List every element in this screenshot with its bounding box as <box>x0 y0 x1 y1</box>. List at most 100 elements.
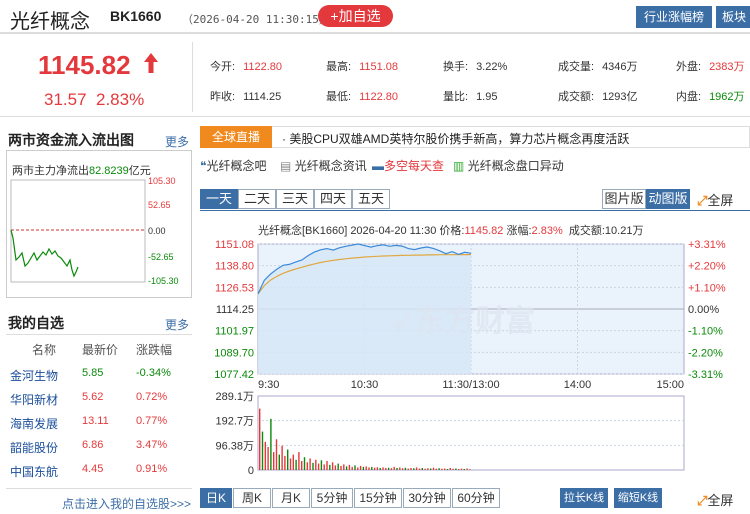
long-short-link[interactable]: ▬多空每天查 <box>372 157 444 174</box>
divider <box>6 334 192 335</box>
volume-bar <box>289 458 292 470</box>
volume-bar <box>455 468 457 470</box>
watchlist-footer-link[interactable]: 点击进入我的自选股>>> <box>62 495 191 512</box>
period-tab[interactable]: 四天 <box>314 189 352 209</box>
flow-more-link[interactable]: 更多 <box>165 133 189 150</box>
volume-tick: 0 <box>248 465 254 477</box>
watchlist-name[interactable]: 中国东航 <box>10 463 58 480</box>
volume-bar <box>458 469 460 470</box>
divider <box>192 42 193 112</box>
flow-axis-label: -105.30 <box>148 276 179 286</box>
volume-bar <box>259 408 261 470</box>
watchlist-row[interactable]: 华阳新材 5.62 0.72% <box>6 391 192 409</box>
kline-tab[interactable]: 日K <box>200 488 232 508</box>
watchlist-name[interactable]: 金河生物 <box>10 367 58 384</box>
kline-tab[interactable]: 60分钟 <box>452 488 500 508</box>
y-right-tick: +3.31% <box>688 239 726 251</box>
kline-tab[interactable]: 月K <box>272 488 310 508</box>
quote-field-label: 外盘: <box>676 61 702 73</box>
y-right-tick: 0.00% <box>688 304 719 316</box>
watchlist-more-link[interactable]: 更多 <box>165 316 189 333</box>
volume-bar <box>452 468 454 470</box>
volume-bar <box>292 454 294 470</box>
quote-field-label: 成交额: <box>558 91 595 103</box>
volume-bar <box>466 468 468 470</box>
quote-field-label: 昨收: <box>210 91 236 103</box>
divider <box>6 488 192 489</box>
industry-rank-button[interactable]: 行业涨幅榜 <box>636 6 712 28</box>
kline-tab[interactable]: 周K <box>233 488 271 508</box>
watchlist-header: 涨跌幅 <box>136 343 173 357</box>
y-right-tick: -3.31% <box>688 369 723 381</box>
period-tab[interactable]: 五天 <box>352 189 390 209</box>
volume-bar <box>334 465 337 470</box>
volume-bar <box>427 468 429 470</box>
watchlist-name[interactable]: 韶能股份 <box>10 439 58 456</box>
global-live-badge[interactable]: 全球直播 <box>200 126 272 148</box>
anomaly-link[interactable]: ▥ 光纤概念盘口异动 <box>453 157 564 174</box>
quote-field-label: 最低: <box>326 91 352 103</box>
volume-bar <box>407 468 409 470</box>
kline-tab[interactable]: 15分钟 <box>354 488 402 508</box>
volume-bar <box>267 447 269 470</box>
watchlist-row[interactable]: 韶能股份 6.86 3.47% <box>6 439 192 457</box>
flow-panel-title: 两市资金流入流出图 <box>8 132 134 148</box>
sector-rank-button[interactable]: 板块 <box>716 6 750 28</box>
fullscreen-button[interactable]: ⤢全屏 <box>697 190 733 209</box>
news-headline[interactable]: · 美股CPU双雄AMD英特尔股价携手新高，算力芯片概念再度活跃 <box>282 130 748 147</box>
news-link[interactable]: ▤ 光纤概念资讯 <box>280 157 367 174</box>
period-tab[interactable]: 二天 <box>238 189 276 209</box>
dynamic-mode-button[interactable]: 动图版 <box>646 189 690 209</box>
volume-area <box>257 395 685 471</box>
volume-bar <box>432 467 435 470</box>
volume-bar <box>343 464 345 470</box>
volume-bar <box>449 468 451 470</box>
x-tick: 15:00 <box>656 379 684 391</box>
period-tab[interactable]: 一天 <box>200 189 238 209</box>
volume-bar <box>359 465 362 470</box>
kline-tab[interactable]: 30分钟 <box>403 488 451 508</box>
volume-bar <box>379 468 381 470</box>
watchlist-row[interactable]: 金河生物 5.85 -0.34% <box>6 367 192 385</box>
quote-field-value: 1114.25 <box>243 91 282 103</box>
flow-axis-label: 52.65 <box>148 200 171 210</box>
watchlist-name[interactable]: 华阳新材 <box>10 391 58 408</box>
watchlist-row[interactable]: 海南发展 13.11 0.77% <box>6 415 192 433</box>
volume-bar <box>410 468 412 470</box>
y-right-tick: -2.20% <box>688 347 723 359</box>
add-watchlist-button[interactable]: +加自选 <box>318 5 393 27</box>
volume-bar <box>261 431 264 470</box>
watchlist-pct: 0.91% <box>136 463 168 475</box>
volume-bar <box>396 468 398 470</box>
shorten-kline-button[interactable]: 缩短K线 <box>614 488 662 508</box>
watchlist-name[interactable]: 海南发展 <box>10 415 58 432</box>
kline-fullscreen-button[interactable]: ⤢全屏 <box>697 490 733 509</box>
quote-field-value: 1122.80 <box>359 91 399 103</box>
forum-link[interactable]: ❝光纤概念吧 <box>200 157 266 174</box>
intraday-chart[interactable]: 1151.08 1138.80 1126.53 1114.25 1101.97 1089.… <box>200 232 750 484</box>
volume-bar <box>317 463 320 470</box>
quote-field: 换手: 3.22% <box>443 58 507 74</box>
volume-bar <box>362 466 365 470</box>
lengthen-kline-button[interactable]: 拉长K线 <box>560 488 608 508</box>
quote-field: 成交额: 1293亿 <box>558 88 638 104</box>
volume-bar <box>284 455 286 470</box>
quote-field: 量比: 1.95 <box>443 88 497 104</box>
flow-axis-label: 105.30 <box>148 176 176 186</box>
watchlist-row[interactable]: 中国东航 4.45 0.91% <box>6 463 192 481</box>
period-tab[interactable]: 三天 <box>276 189 314 209</box>
volume-bar <box>469 469 471 470</box>
volume-bar <box>444 468 446 470</box>
quote-field: 最低: 1122.80 <box>326 88 398 104</box>
quote-field: 成交量: 4346万 <box>558 58 638 74</box>
kline-tab[interactable]: 5分钟 <box>311 488 353 508</box>
x-tick: 9:30 <box>258 379 279 391</box>
volume-bar <box>390 468 393 470</box>
watchlist-price: 5.85 <box>82 367 104 379</box>
volume-bar <box>281 445 283 470</box>
volume-bar <box>404 467 407 470</box>
image-mode-button[interactable]: 图片版 <box>602 189 646 209</box>
volume-bar <box>326 461 328 470</box>
volume-bar <box>329 464 331 470</box>
volume-bar <box>348 464 351 470</box>
